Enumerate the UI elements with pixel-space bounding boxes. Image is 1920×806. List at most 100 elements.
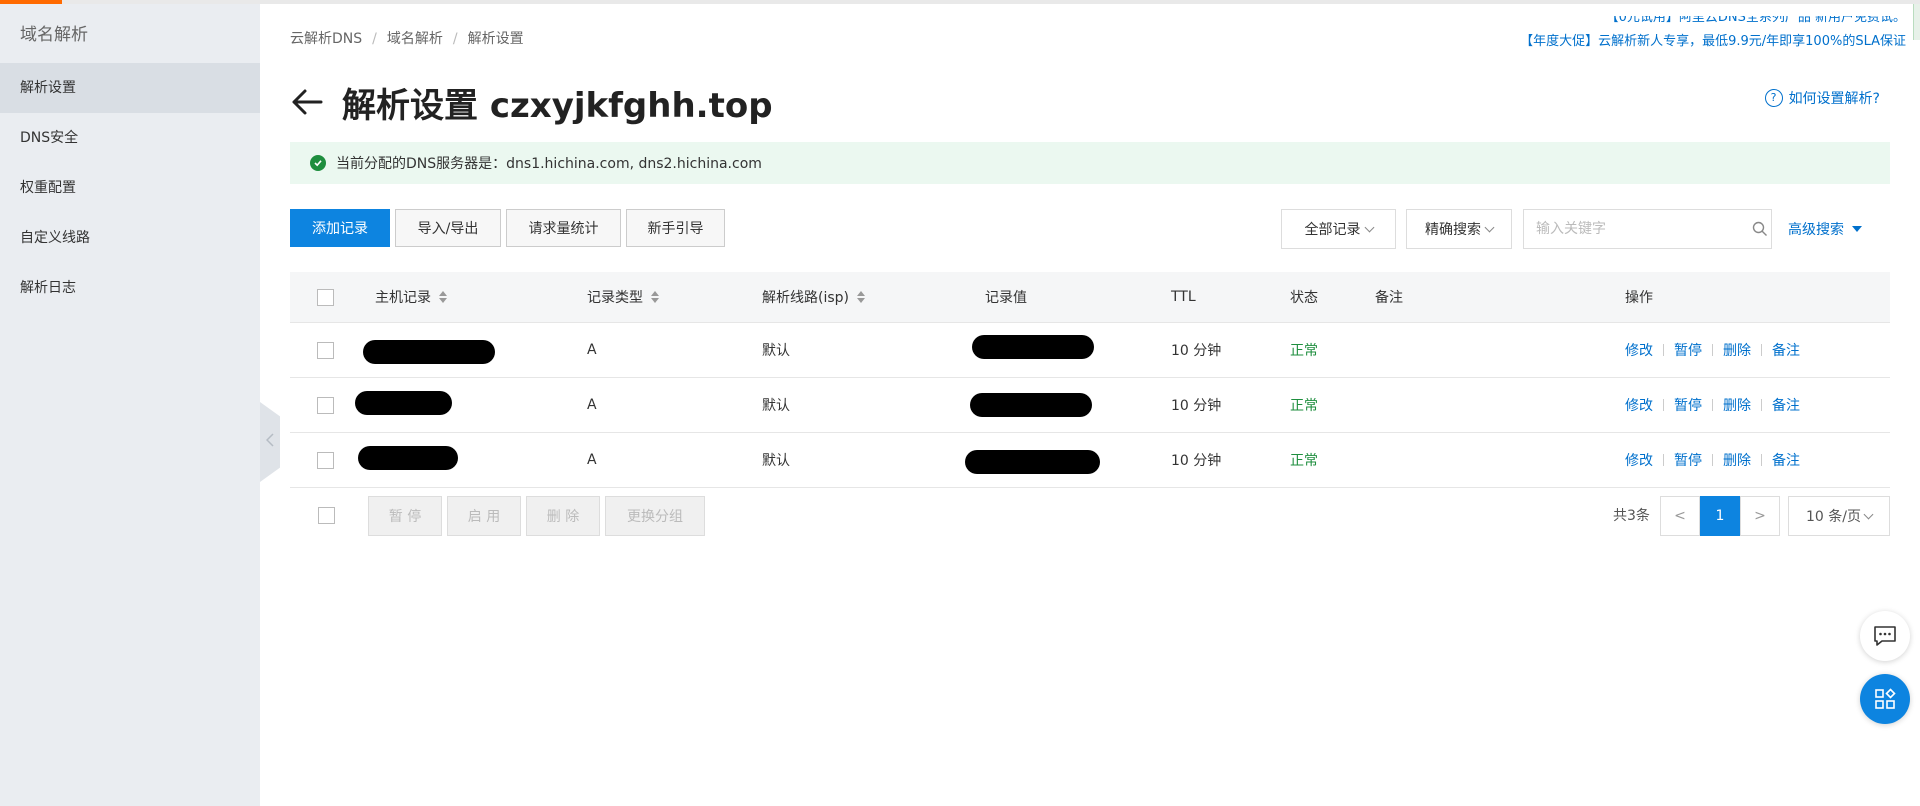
remark-link[interactable]: 备注 — [1772, 450, 1800, 470]
apps-grid-icon — [1874, 688, 1896, 710]
search-mode-value: 精确搜索 — [1425, 222, 1481, 238]
record-filter-select[interactable]: 全部记录 — [1281, 209, 1396, 249]
breadcrumb-domain-dns[interactable]: 域名解析 — [387, 31, 443, 47]
edit-link[interactable]: 修改 — [1625, 450, 1653, 470]
row-actions: 修改 暂停 删除 备注 — [1625, 433, 1800, 487]
success-check-icon — [310, 155, 326, 171]
delete-link[interactable]: 删除 — [1723, 340, 1751, 360]
scrollbar[interactable] — [1913, 4, 1920, 40]
apps-button[interactable] — [1860, 674, 1910, 724]
dns-server-alert: 当前分配的DNS服务器是：dns1.hichina.com, dns2.hich… — [290, 142, 1890, 184]
header-host-label: 主机记录 — [375, 290, 431, 306]
header-type-label: 记录类型 — [587, 290, 643, 306]
add-record-button[interactable]: 添加记录 — [290, 209, 390, 247]
back-arrow-icon[interactable] — [290, 85, 324, 119]
breadcrumb-current: 解析设置 — [467, 31, 524, 47]
remark-link[interactable]: 备注 — [1772, 340, 1800, 360]
caret-down-icon — [1852, 226, 1862, 232]
status-badge: 正常 — [1290, 453, 1318, 469]
total-count: 共3条 — [1613, 508, 1650, 524]
redacted-host — [355, 391, 452, 415]
help-link[interactable]: ? 如何设置解析? — [1764, 88, 1880, 108]
search-mode-select[interactable]: 精确搜索 — [1406, 209, 1512, 249]
breadcrumb-separator: / — [372, 31, 377, 47]
record-line: 默认 — [762, 453, 790, 469]
sidebar-item-weight-config[interactable]: 权重配置 — [0, 163, 260, 213]
promo-notice[interactable]: 【0元试用】阿里云DNS全系列产品 新用户免费试。 — [1520, 16, 1906, 30]
row-checkbox[interactable] — [317, 396, 334, 414]
delete-link[interactable]: 删除 — [1723, 395, 1751, 415]
table-footer: 暂 停 启 用 删 除 更换分组 共3条 < 1 > 10 条/页 — [290, 496, 1890, 536]
page-1-button[interactable]: 1 — [1700, 496, 1740, 536]
sidebar-item-dns-settings[interactable]: 解析设置 — [0, 63, 260, 113]
change-group-button[interactable]: 更换分组 — [605, 496, 705, 536]
sort-icon[interactable] — [857, 291, 865, 303]
sort-icon[interactable] — [651, 291, 659, 303]
chevron-down-icon — [1364, 222, 1374, 232]
batch-pause-button[interactable]: 暂 停 — [368, 496, 442, 536]
header-ttl: TTL — [1171, 289, 1196, 305]
row-checkbox[interactable] — [317, 451, 334, 469]
row-checkbox[interactable] — [317, 341, 334, 359]
redacted-host — [358, 446, 458, 470]
pause-link[interactable]: 暂停 — [1674, 450, 1702, 470]
advanced-search-label: 高级搜索 — [1788, 222, 1844, 238]
header-value: 记录值 — [985, 290, 1027, 306]
table-header: 主机记录 记录类型 解析线路(isp) 记录值 TTL 状态 备注 操作 — [290, 272, 1890, 323]
header-line-label: 解析线路(isp) — [762, 290, 849, 306]
breadcrumb-cloud-dns[interactable]: 云解析DNS — [290, 31, 362, 47]
status-badge: 正常 — [1290, 343, 1318, 359]
table-row: A 默认 10 分钟 正常 修改 暂停 删除 备注 — [290, 378, 1890, 433]
request-stats-button[interactable]: 请求量统计 — [506, 209, 621, 247]
row-actions: 修改 暂停 删除 备注 — [1625, 378, 1800, 432]
prev-page-button[interactable]: < — [1660, 496, 1700, 536]
sidebar-item-custom-line[interactable]: 自定义线路 — [0, 213, 260, 263]
row-actions: 修改 暂停 删除 备注 — [1625, 323, 1800, 377]
remark-link[interactable]: 备注 — [1772, 395, 1800, 415]
chevron-left-icon — [265, 433, 274, 451]
question-circle-icon: ? — [1764, 89, 1783, 107]
search-icon[interactable] — [1752, 221, 1768, 237]
select-all-checkbox[interactable] — [317, 288, 334, 306]
batch-delete-button[interactable]: 删 除 — [526, 496, 600, 536]
footer-select-all-checkbox[interactable] — [318, 507, 335, 524]
page-size-value: 10 条/页 — [1806, 509, 1861, 525]
sidebar-item-dns-security[interactable]: DNS安全 — [0, 113, 260, 163]
divider — [1663, 399, 1664, 411]
chat-button[interactable] — [1860, 611, 1910, 661]
redacted-host — [363, 340, 495, 364]
divider — [1712, 399, 1713, 411]
header-type[interactable]: 记录类型 — [587, 272, 659, 322]
header-ops: 操作 — [1625, 290, 1653, 306]
edit-link[interactable]: 修改 — [1625, 395, 1653, 415]
record-type: A — [587, 397, 597, 413]
sidebar-collapse-handle[interactable] — [260, 402, 280, 482]
records-table: 主机记录 记录类型 解析线路(isp) 记录值 TTL 状态 备注 操作 A 默… — [290, 272, 1890, 488]
header-remark: 备注 — [1375, 290, 1403, 306]
promo-notice[interactable]: 【年度大促】云解析新人专享，最低9.9元/年即享100%的SLA保证 — [1520, 30, 1906, 54]
import-export-button[interactable]: 导入/导出 — [395, 209, 501, 247]
pause-link[interactable]: 暂停 — [1674, 395, 1702, 415]
divider — [1761, 344, 1762, 356]
pause-link[interactable]: 暂停 — [1674, 340, 1702, 360]
edit-link[interactable]: 修改 — [1625, 340, 1653, 360]
divider — [1663, 344, 1664, 356]
sidebar-item-dns-log[interactable]: 解析日志 — [0, 263, 260, 313]
sort-icon[interactable] — [439, 291, 447, 303]
page-header: 解析设置 czxyjkfghh.top — [290, 78, 773, 126]
record-ttl: 10 分钟 — [1171, 398, 1222, 414]
header-host[interactable]: 主机记录 — [375, 272, 447, 322]
divider — [1712, 454, 1713, 466]
table-row: A 默认 10 分钟 正常 修改 暂停 删除 备注 — [290, 323, 1890, 378]
guide-button[interactable]: 新手引导 — [626, 209, 725, 247]
advanced-search-toggle[interactable]: 高级搜索 — [1788, 209, 1862, 249]
chevron-down-icon — [1863, 509, 1874, 519]
next-page-button[interactable]: > — [1740, 496, 1780, 536]
delete-link[interactable]: 删除 — [1723, 450, 1751, 470]
record-type: A — [587, 342, 597, 358]
search-input[interactable] — [1524, 220, 1738, 238]
sidebar: 域名解析 解析设置 DNS安全 权重配置 自定义线路 解析日志 — [0, 4, 260, 806]
page-size-select[interactable]: 10 条/页 — [1788, 496, 1890, 536]
batch-enable-button[interactable]: 启 用 — [447, 496, 521, 536]
header-line[interactable]: 解析线路(isp) — [762, 272, 865, 322]
